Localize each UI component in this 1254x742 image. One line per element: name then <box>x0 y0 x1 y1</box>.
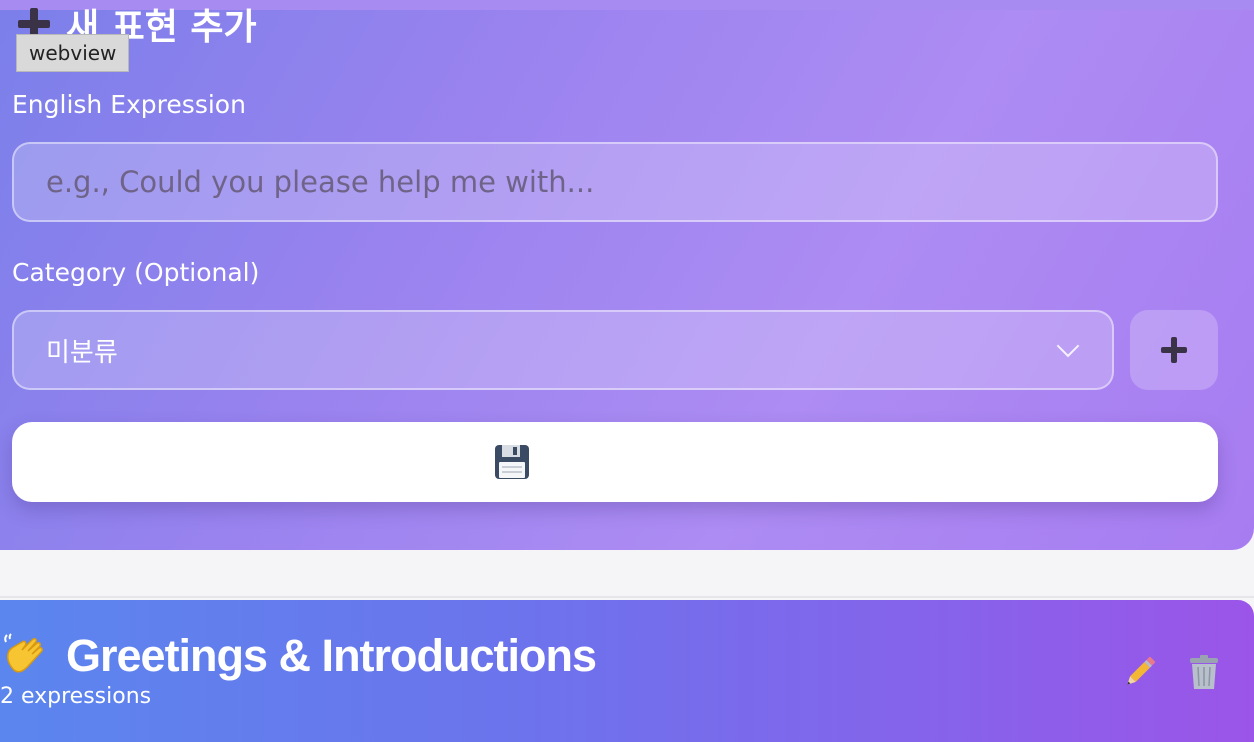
delete-category-button[interactable] <box>1184 652 1224 692</box>
group-title: Greetings & Introductions <box>66 630 597 681</box>
category-group-card[interactable]: Greetings & Introductions 2 expressions <box>0 600 1254 742</box>
floppy-disk-icon <box>495 445 529 479</box>
expression-input[interactable] <box>12 142 1218 222</box>
expression-label: English Expression <box>12 90 246 119</box>
category-select[interactable]: 미분류 <box>12 310 1114 390</box>
add-expression-form: 새 표현 추가 webview English Expression Categ… <box>0 0 1254 550</box>
chevron-down-icon <box>1056 334 1080 358</box>
plus-icon <box>1160 336 1188 364</box>
pencil-icon <box>1127 656 1156 685</box>
edit-category-button[interactable] <box>1120 652 1160 692</box>
add-category-button[interactable] <box>1130 310 1218 390</box>
category-label: Category (Optional) <box>12 258 260 287</box>
webview-tooltip: webview <box>16 34 130 72</box>
group-header: Greetings & Introductions <box>0 630 597 682</box>
waving-hand-icon <box>4 633 43 673</box>
trash-icon <box>1190 655 1218 689</box>
category-select-value: 미분류 <box>46 337 118 368</box>
group-count: 2 expressions <box>0 684 152 709</box>
save-button[interactable] <box>12 422 1218 502</box>
section-divider <box>0 596 1254 598</box>
